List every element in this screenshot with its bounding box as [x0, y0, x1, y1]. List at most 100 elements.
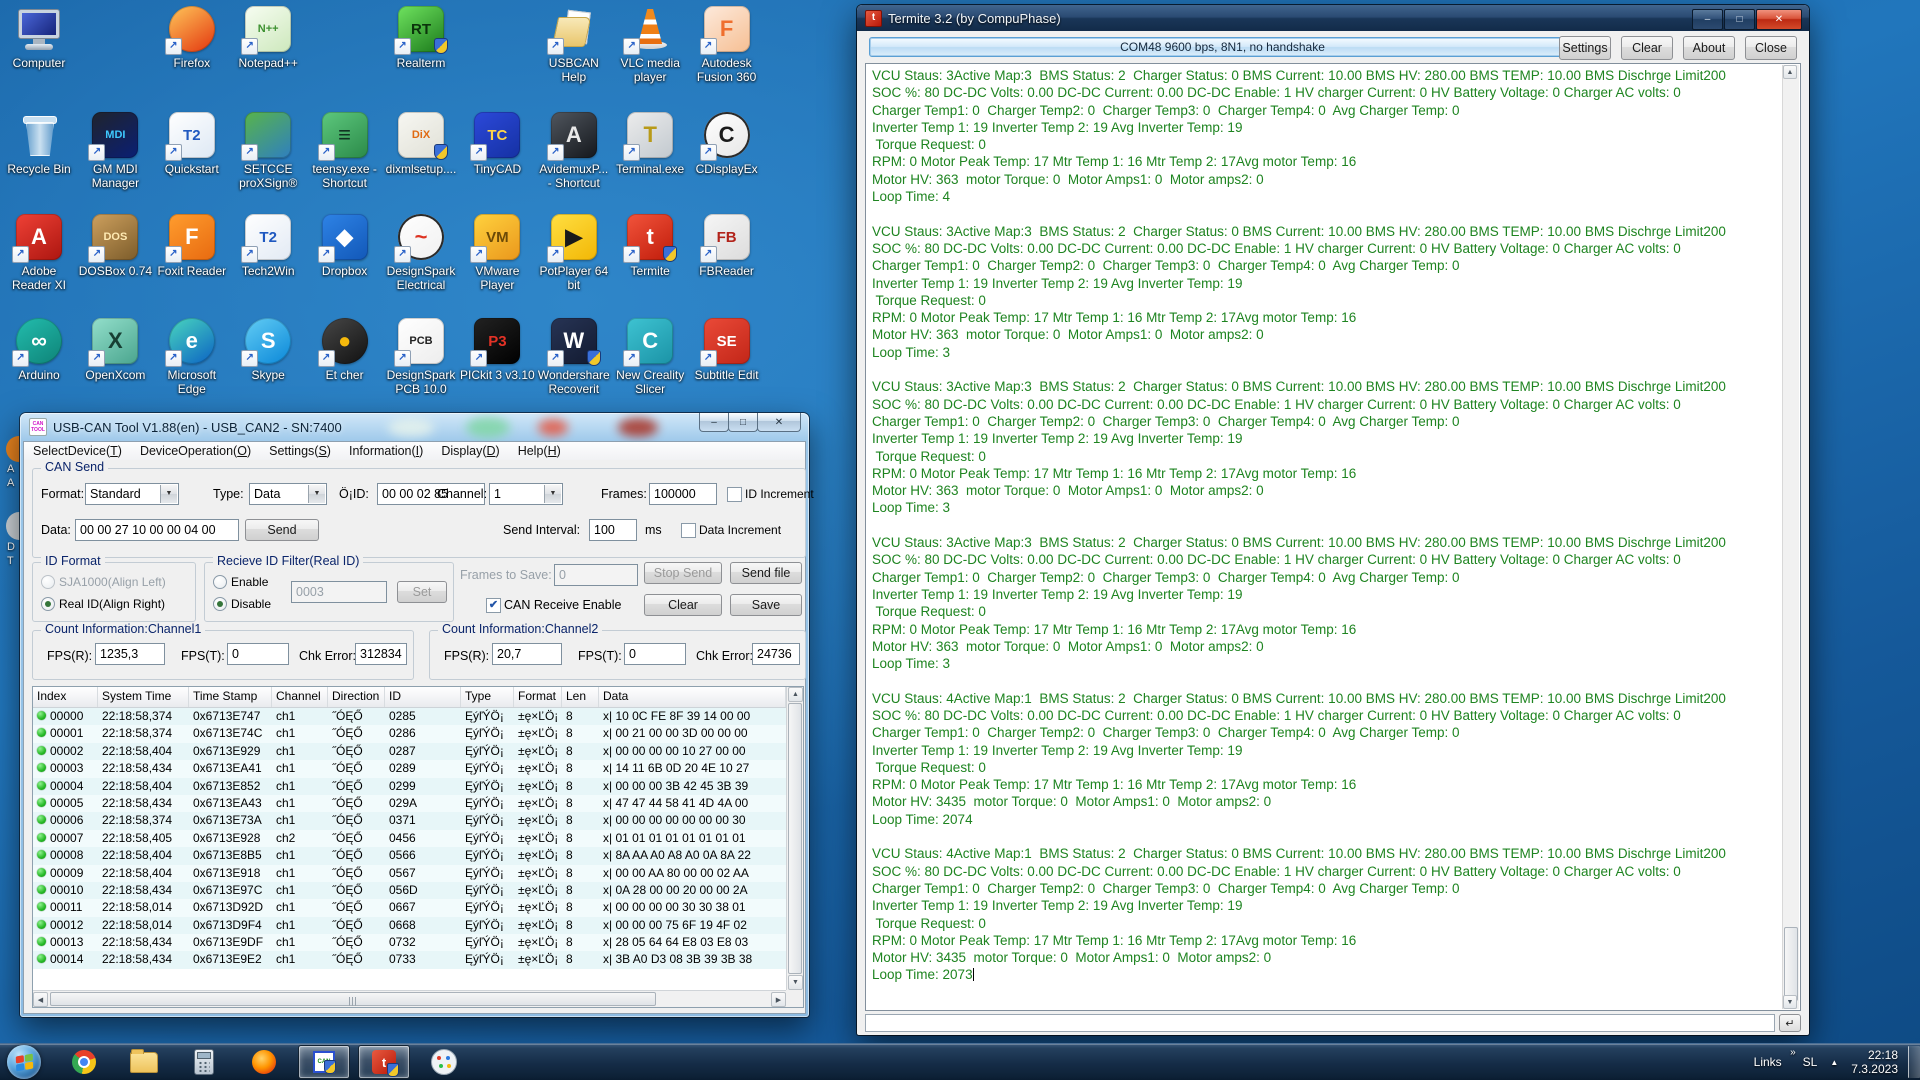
- desktop-icon-fbreader[interactable]: FB ↗ FBReader: [689, 214, 765, 278]
- set-button[interactable]: Set: [397, 581, 447, 603]
- table-row[interactable]: 00009 22:18:58,404 0x6713E918 ch1 ˝ÓĘŐ 0567 Ęý…: [33, 864, 786, 882]
- table-row[interactable]: 00004 22:18:58,404 0x6713E852 ch1 ˝ÓĘŐ 0299 Ęý…: [33, 777, 786, 795]
- table-row[interactable]: 00000 22:18:58,374 0x6713E747 ch1 ˝ÓĘŐ 0285 Ęý…: [33, 708, 786, 726]
- show-hidden-icons-button[interactable]: ▲: [1830, 1058, 1838, 1067]
- taskbar-clock[interactable]: 22:18 7.3.2023: [1851, 1048, 1898, 1076]
- scroll-left-icon[interactable]: ◀: [33, 992, 48, 1007]
- desktop-icon-potplayer-64-bit[interactable]: ▶ ↗ PotPlayer 64 bit: [536, 214, 612, 292]
- clear-button[interactable]: Clear: [1621, 36, 1673, 60]
- taskbar-usbcan-button[interactable]: CAN: [298, 1045, 350, 1079]
- settings-button[interactable]: Settings: [1559, 36, 1611, 60]
- desktop-icon-wondershare-recoverit[interactable]: W ↗ Wondershare Recoverit: [536, 318, 612, 396]
- partial-icon-bottom[interactable]: DT: [0, 512, 20, 584]
- column-header-data[interactable]: Data: [599, 687, 786, 707]
- table-row[interactable]: 00014 22:18:58,434 0x6713E9E2 ch1 ˝ÓĘŐ 0733 Ęý…: [33, 951, 786, 969]
- vertical-scrollbar[interactable]: ▲ ▼: [1782, 65, 1799, 1009]
- scrollbar-thumb[interactable]: [1784, 927, 1798, 1001]
- taskbar-calculator-button[interactable]: [178, 1045, 230, 1079]
- links-toolbar[interactable]: Links»: [1754, 1047, 1796, 1069]
- close-button[interactable]: ✕: [757, 413, 801, 432]
- desktop-icon-microsoft-edge[interactable]: e ↗ Microsoft Edge: [154, 318, 230, 396]
- start-button[interactable]: [7, 1045, 41, 1079]
- about-button[interactable]: About: [1683, 36, 1735, 60]
- filter-disable-radio[interactable]: [213, 597, 227, 611]
- desktop-icon-vmware-player[interactable]: VM ↗ VMware Player: [459, 214, 535, 292]
- menu-information[interactable]: Information(I): [340, 444, 432, 458]
- menu-selectdevice[interactable]: SelectDevice(T): [24, 444, 131, 458]
- close-button[interactable]: ✕: [1756, 9, 1802, 30]
- partial-icon-top[interactable]: AA: [0, 436, 20, 506]
- frames-input[interactable]: 100000: [649, 483, 717, 505]
- desktop-icon-autodesk-fusion-360[interactable]: F ↗ Autodesk Fusion 360: [689, 6, 765, 84]
- data-input[interactable]: 00 00 27 10 00 00 04 00: [75, 519, 239, 541]
- desktop-icon-gm-mdi-manager[interactable]: MDI ↗ GM MDI Manager: [77, 112, 153, 190]
- column-header-time-stamp[interactable]: Time Stamp: [189, 687, 272, 707]
- language-indicator[interactable]: SL: [1803, 1055, 1818, 1069]
- desktop-icon-subtitle-edit[interactable]: SE ↗ Subtitle Edit: [689, 318, 765, 382]
- scrollbar-thumb[interactable]: [50, 992, 656, 1006]
- desktop-icon-dropbox[interactable]: ◆ ↗ Dropbox: [307, 214, 383, 278]
- desktop-icon-vlc-media-player[interactable]: ↗ VLC media player: [612, 6, 688, 84]
- desktop-icon-arduino[interactable]: ∞ ↗ Arduino: [1, 318, 77, 382]
- desktop-icon-tech2win[interactable]: T2 ↗ Tech2Win: [230, 214, 306, 278]
- maximize-button[interactable]: □: [728, 413, 758, 432]
- taskbar-paint-button[interactable]: [418, 1045, 470, 1079]
- menu-help[interactable]: Help(H): [509, 444, 570, 458]
- column-header-type[interactable]: Type: [461, 687, 514, 707]
- vertical-scrollbar[interactable]: ▲ ▼: [786, 687, 803, 990]
- desktop-icon-adobe-reader-xi[interactable]: A ↗ Adobe Reader XI: [1, 214, 77, 292]
- channel-select[interactable]: 1 ▼: [489, 483, 563, 505]
- menu-deviceoperation[interactable]: DeviceOperation(O): [131, 444, 260, 458]
- column-header-system-time[interactable]: System Time: [98, 687, 189, 707]
- send-file-button[interactable]: Send file: [730, 562, 802, 584]
- table-row[interactable]: 00001 22:18:58,374 0x6713E74C ch1 ˝ÓĘŐ 0286 Ęý…: [33, 725, 786, 743]
- stop-send-button[interactable]: Stop Send: [644, 562, 722, 584]
- column-header-direction[interactable]: Direction: [328, 687, 385, 707]
- filter-enable-radio[interactable]: [213, 575, 227, 589]
- desktop-icon-openxcom[interactable]: X ↗ OpenXcom: [77, 318, 153, 382]
- maximize-button[interactable]: □: [1724, 9, 1755, 30]
- send-button[interactable]: Send: [245, 519, 319, 541]
- com-port-status[interactable]: COM48 9600 bps, 8N1, no handshake: [869, 37, 1576, 57]
- table-row[interactable]: 00010 22:18:58,434 0x6713E97C ch1 ˝ÓĘŐ 056D Ęý…: [33, 881, 786, 900]
- desktop-icon-quickstart[interactable]: T2 ↗ Quickstart: [154, 112, 230, 176]
- send-interval-input[interactable]: 100: [589, 519, 637, 541]
- table-row[interactable]: 00008 22:18:58,404 0x6713E8B5 ch1 ˝ÓĘŐ 0566 Ęý…: [33, 847, 786, 865]
- usbcan-titlebar[interactable]: CAN TOOL USB-CAN Tool V1.88(en) - USB_CAN…: [20, 413, 809, 441]
- desktop-icon-cdisplayex[interactable]: C ↗ CDisplayEx: [689, 112, 765, 176]
- frames-to-save-input[interactable]: 0: [554, 564, 638, 586]
- scroll-right-icon[interactable]: ▶: [771, 992, 786, 1007]
- taskbar-firefox-button[interactable]: [238, 1045, 290, 1079]
- scroll-down-icon[interactable]: ▼: [1783, 995, 1797, 1009]
- desktop-icon-usbcan-help[interactable]: ↗ USBCAN Help: [536, 6, 612, 84]
- column-header-format[interactable]: Format: [514, 687, 562, 707]
- desktop-icon-pickit-3[interactable]: P3 ↗ PICkit 3 v3.10: [459, 318, 535, 382]
- column-header-channel[interactable]: Channel: [272, 687, 328, 707]
- show-desktop-button[interactable]: [1908, 1046, 1920, 1078]
- desktop-icon-recycle-bin[interactable]: Recycle Bin: [1, 112, 77, 176]
- close-button[interactable]: Close: [1745, 36, 1797, 60]
- type-select[interactable]: Data ▼: [249, 483, 327, 505]
- table-row[interactable]: 00011 22:18:58,014 0x6713D92D ch1 ˝ÓĘŐ 0667 Ęý…: [33, 899, 786, 917]
- id-increment-checkbox[interactable]: [727, 487, 742, 502]
- desktop-icon-designspark-electrical[interactable]: ~ ↗ DesignSpark Electrical: [383, 214, 459, 292]
- desktop-icon-notepad-plus-plus[interactable]: N++ ↗ Notepad++: [230, 6, 306, 70]
- scroll-up-icon[interactable]: ▲: [788, 687, 803, 702]
- format-select[interactable]: Standard ▼: [85, 483, 179, 505]
- desktop-icon-dosbox[interactable]: DOS ↗ DOSBox 0.74: [77, 214, 153, 278]
- desktop-icon-teensy-exe-shortcut[interactable]: ≡ ↗ teensy.exe - Shortcut: [307, 112, 383, 190]
- desktop-icon-firefox[interactable]: ↗ Firefox: [154, 6, 230, 70]
- desktop-icon-terminal-exe[interactable]: T ↗ Terminal.exe: [612, 112, 688, 176]
- desktop-icon-skype[interactable]: S ↗ Skype: [230, 318, 306, 382]
- transmit-input[interactable]: [865, 1014, 1775, 1032]
- filter-id-input[interactable]: 0003: [291, 581, 387, 603]
- table-row[interactable]: 00005 22:18:58,434 0x6713EA43 ch1 ˝ÓĘŐ 029A Ęý…: [33, 794, 786, 813]
- table-row[interactable]: 00013 22:18:58,434 0x6713E9DF ch1 ˝ÓĘŐ 0732 Ęý…: [33, 934, 786, 952]
- desktop-icon-termite[interactable]: t ↗ Termite: [612, 214, 688, 278]
- column-header-index[interactable]: Index: [33, 687, 98, 707]
- column-header-len[interactable]: Len: [562, 687, 599, 707]
- data-increment-checkbox[interactable]: [681, 523, 696, 538]
- desktop-icon-computer[interactable]: Computer: [1, 6, 77, 70]
- scroll-down-icon[interactable]: ▼: [788, 975, 803, 990]
- table-row[interactable]: 00012 22:18:58,014 0x6713D9F4 ch1 ˝ÓĘŐ 0668 Ęý…: [33, 916, 786, 935]
